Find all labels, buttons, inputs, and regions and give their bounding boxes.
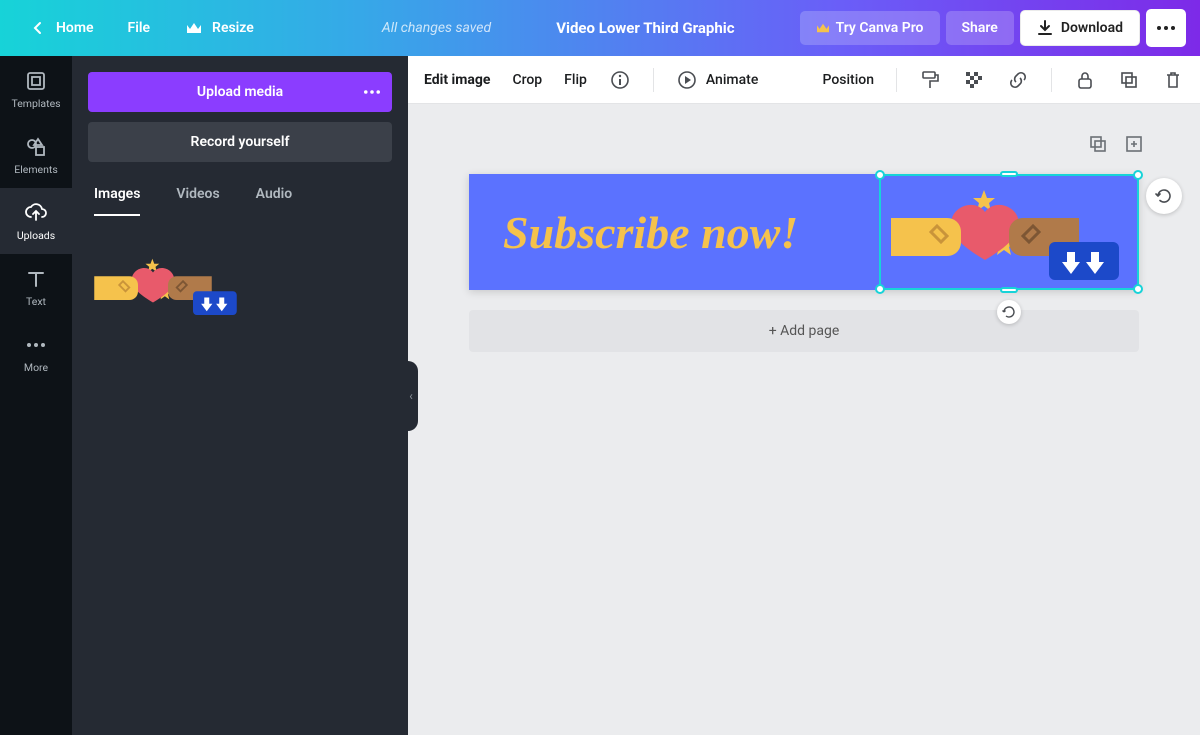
rail-templates[interactable]: Templates [0, 56, 72, 122]
file-button[interactable]: File [114, 12, 165, 44]
page-controls [1088, 134, 1146, 156]
stage[interactable]: Subscribe now! + Add page [408, 104, 1200, 735]
resize-handle-tr[interactable] [1133, 170, 1143, 180]
tab-images[interactable]: Images [94, 186, 140, 216]
upload-thumbnail[interactable] [88, 240, 248, 330]
add-page-icon[interactable] [1124, 134, 1146, 156]
dots-horizontal-icon [24, 333, 48, 357]
download-icon [1037, 20, 1053, 36]
position-button[interactable]: Position [822, 72, 874, 88]
edit-image-button[interactable]: Edit image [424, 72, 490, 88]
selection-box[interactable] [879, 174, 1139, 290]
animate-icon [676, 69, 698, 91]
resize-handle-bl[interactable] [875, 284, 885, 294]
resize-handle-br[interactable] [1133, 284, 1143, 294]
copy-page-icon[interactable] [1088, 134, 1110, 156]
rail-elements[interactable]: Elements [0, 122, 72, 188]
crop-button[interactable]: Crop [512, 72, 542, 88]
info-icon[interactable] [609, 69, 631, 91]
rail-uploads[interactable]: Uploads [0, 188, 72, 254]
add-page-button[interactable]: + Add page [469, 310, 1139, 352]
link-icon[interactable] [1007, 69, 1029, 91]
context-toolbar: Edit image Crop Flip Animate Position [408, 56, 1200, 104]
save-status: All changes saved [382, 20, 491, 36]
templates-icon [24, 69, 48, 93]
crown-icon [184, 18, 204, 38]
uploads-panel: Upload media Record yourself Images Vide… [72, 56, 408, 735]
tab-videos[interactable]: Videos [176, 186, 219, 216]
download-button[interactable]: Download [1020, 10, 1140, 46]
resize-button[interactable]: Resize [170, 10, 268, 46]
paint-roller-icon[interactable] [919, 69, 941, 91]
dots-horizontal-icon [1157, 26, 1175, 30]
crown-icon [816, 22, 830, 34]
record-yourself-button[interactable]: Record yourself [88, 122, 392, 162]
lock-icon[interactable] [1074, 69, 1096, 91]
panel-tabs: Images Videos Audio [88, 172, 392, 216]
flip-button[interactable]: Flip [564, 72, 587, 88]
home-button[interactable]: Home [14, 10, 108, 46]
home-label: Home [56, 20, 94, 36]
refresh-icon [1155, 187, 1173, 205]
animate-button[interactable]: Animate [676, 69, 758, 91]
duplicate-icon[interactable] [1118, 69, 1140, 91]
regenerate-button[interactable] [1146, 178, 1182, 214]
share-button[interactable]: Share [946, 11, 1014, 45]
shapes-icon [24, 135, 48, 159]
resize-handle-bottom[interactable] [1000, 287, 1018, 293]
top-header: Home File Resize All changes saved Video… [0, 0, 1200, 56]
resize-handle-top[interactable] [1000, 171, 1018, 177]
try-pro-button[interactable]: Try Canva Pro [800, 11, 940, 45]
trash-icon[interactable] [1162, 69, 1184, 91]
rail-more[interactable]: More [0, 320, 72, 386]
more-menu-button[interactable] [1146, 9, 1186, 47]
transparency-icon[interactable] [963, 69, 985, 91]
canvas-page[interactable]: Subscribe now! [469, 174, 1139, 290]
upload-media-button[interactable]: Upload media [88, 72, 392, 112]
text-icon [24, 267, 48, 291]
left-rail: Templates Elements Uploads Text More [0, 56, 72, 735]
cloud-upload-icon [24, 201, 48, 225]
rail-text[interactable]: Text [0, 254, 72, 320]
tab-audio[interactable]: Audio [256, 186, 293, 216]
resize-handle-tl[interactable] [875, 170, 885, 180]
rotate-handle[interactable] [997, 300, 1021, 324]
canvas-area: Edit image Crop Flip Animate Position [408, 56, 1200, 735]
document-title[interactable]: Video Lower Third Graphic [497, 19, 793, 37]
dots-horizontal-icon[interactable] [364, 90, 380, 94]
chevron-left-icon [28, 18, 48, 38]
undo-button[interactable] [294, 18, 322, 38]
redo-button[interactable] [328, 18, 356, 38]
canvas-text[interactable]: Subscribe now! [503, 206, 798, 259]
